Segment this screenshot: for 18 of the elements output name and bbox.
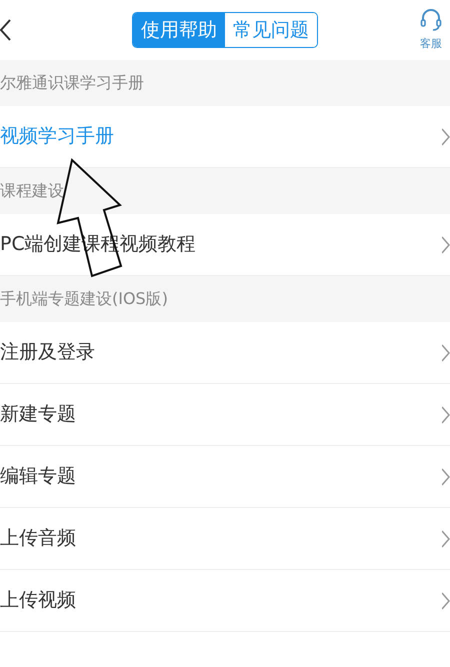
chevron-icon bbox=[442, 468, 450, 486]
item-label: 上传视频 bbox=[0, 588, 76, 614]
chevron-icon bbox=[442, 530, 450, 548]
headset-icon bbox=[420, 8, 442, 32]
chevron-icon bbox=[442, 128, 450, 146]
back-icon[interactable] bbox=[0, 19, 11, 41]
item-label: 上传音频 bbox=[0, 526, 76, 552]
item-label: 编辑专题 bbox=[0, 464, 76, 490]
chevron-icon bbox=[442, 236, 450, 254]
chevron-icon bbox=[442, 344, 450, 362]
section-title: 尔雅通识课学习手册 bbox=[0, 72, 144, 94]
chevron-icon bbox=[442, 406, 450, 424]
item-label: 注册及登录 bbox=[0, 340, 95, 366]
item-label: 新建专题 bbox=[0, 402, 76, 428]
section-title: 手机端专题建设(IOS版) bbox=[0, 288, 168, 310]
chevron-icon bbox=[442, 592, 450, 610]
item-label: 视频学习手册 bbox=[0, 124, 114, 150]
section-title: 课程建设 bbox=[0, 180, 64, 202]
